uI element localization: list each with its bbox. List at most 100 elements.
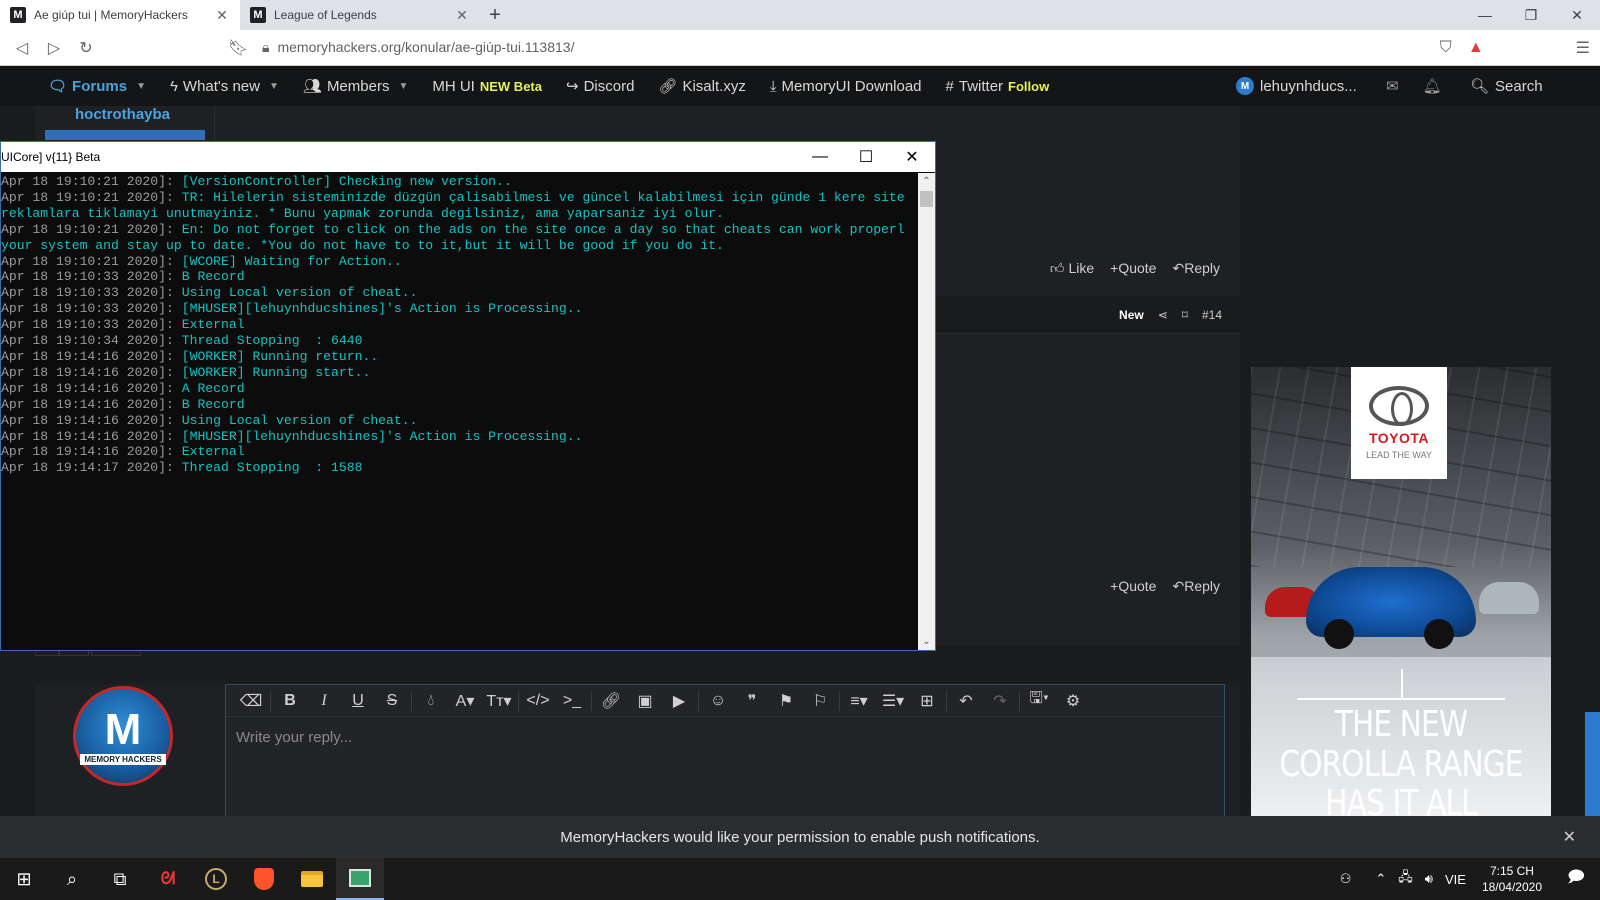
console-title: UICore] v{11} Beta [1, 150, 101, 164]
bold-icon[interactable]: B [273, 685, 307, 717]
brave-shields-icon[interactable]: ⛉ [1440, 39, 1452, 57]
reply-editor[interactable]: ⌫ B I U S 💧︎ A▾ Tт▾ </> >_ 🔗︎ ▣ ▶ ☺ ❞ ⚑ … [225, 684, 1225, 816]
language-indicator[interactable]: VIE [1439, 872, 1472, 887]
nav-search[interactable]: 🔍︎ Search [1470, 66, 1543, 106]
clock[interactable]: 7:15 CH 18/04/2020 [1472, 863, 1552, 895]
chevron-down-icon[interactable]: ▼ [136, 81, 146, 92]
close-icon[interactable]: ✕ [454, 7, 470, 24]
action-center-icon[interactable]: 🗩 [1552, 866, 1600, 893]
chevron-down-icon[interactable]: ▼ [269, 81, 279, 92]
reply-input-placeholder[interactable]: Write your reply... [226, 717, 1224, 758]
nav-kisalt[interactable]: 🔗︎ Kisalt.xyz [646, 66, 757, 106]
align-icon[interactable]: ≡▾ [842, 685, 876, 717]
reply-button[interactable]: ↶Reply [1172, 578, 1220, 595]
silver-car-image [1479, 582, 1539, 614]
video-icon[interactable]: ▶ [662, 685, 696, 717]
link-icon[interactable]: 🔗︎ [594, 685, 628, 717]
font-family-icon[interactable]: A▾ [448, 685, 482, 717]
forward-icon[interactable]: ▷ [38, 32, 70, 64]
reply-button[interactable]: ↶Reply [1172, 260, 1220, 277]
console-titlebar[interactable]: UICore] v{11} Beta — ☐ ✕ [1, 142, 935, 172]
network-icon[interactable]: 🖧︎ [1392, 868, 1419, 890]
minimize-icon[interactable]: — [1462, 0, 1508, 30]
image-icon[interactable]: ▣ [628, 685, 662, 717]
nav-whats-new[interactable]: ϟ What's new ▼ [158, 66, 291, 106]
terminal-icon[interactable]: >_ [555, 685, 589, 717]
chevron-up-icon[interactable]: ⌃ [918, 173, 935, 190]
close-icon[interactable]: ✕ [1563, 827, 1576, 847]
italic-icon[interactable]: I [307, 685, 341, 717]
taskbar-app-explorer[interactable] [288, 858, 336, 900]
quote-icon[interactable]: ❞ [735, 685, 769, 717]
share-icon[interactable]: ⋖ [1158, 308, 1168, 322]
console-log[interactable]: Apr 18 19:10:21 2020]: [VersionControlle… [1, 173, 919, 650]
checkered-flag-icon[interactable]: ⚐ [803, 685, 837, 717]
underline-icon[interactable]: U [341, 685, 375, 717]
new-tab-button[interactable]: + [480, 0, 510, 30]
divider [270, 690, 271, 711]
smiley-icon[interactable]: ☺ [701, 685, 735, 717]
address-bar-row: ◁ ▷ ↻ 🔖︎ 🔒︎ memoryhackers.org/konular/ae… [0, 30, 1600, 66]
envelope-icon[interactable]: ✉ [1386, 77, 1399, 95]
nav-user-menu[interactable]: M lehuynhducs... [1236, 66, 1357, 106]
close-icon[interactable]: ✕ [1554, 0, 1600, 30]
nav-members[interactable]: 👥︎ Members ▼ [291, 66, 420, 106]
taskbar-app-brave[interactable] [240, 858, 288, 900]
quote-button[interactable]: +Quote [1110, 260, 1156, 277]
toyota-ad[interactable]: TOYOTA LEAD THE WAY THE NEW COROLLA RANG… [1251, 367, 1551, 816]
save-draft-icon[interactable]: 🖫▾ [1022, 685, 1056, 717]
table-icon[interactable]: ⊞ [910, 685, 944, 717]
taskbar-app-red[interactable]: ᘛ [144, 858, 192, 900]
chevron-up-icon[interactable]: ⌃ [1369, 871, 1392, 887]
maximize-icon[interactable]: ☐ [843, 142, 889, 172]
nav-memoryui-download[interactable]: ⤓ MemoryUI Download [758, 66, 934, 106]
list-icon[interactable]: ☰▾ [876, 685, 910, 717]
bell-icon[interactable]: 🔔︎ [1423, 77, 1442, 95]
gear-icon[interactable]: ⚙ [1056, 685, 1090, 717]
color-drop-icon[interactable]: 💧︎ [414, 685, 448, 717]
strikethrough-icon[interactable]: S [375, 685, 409, 717]
font-size-icon[interactable]: Tт▾ [482, 685, 516, 717]
redo-icon[interactable]: ↷ [983, 685, 1017, 717]
page-scrollbar-thumb[interactable] [1585, 712, 1600, 816]
post-number[interactable]: #14 [1202, 308, 1222, 322]
taskbar-app-league[interactable]: L [192, 858, 240, 900]
volume-icon[interactable]: 🔊︎ [1419, 871, 1439, 887]
search-icon[interactable]: ⌕ [48, 858, 96, 900]
nav-forums[interactable]: 🗨︎ Forums ▼ [36, 66, 158, 106]
nav-mh-ui[interactable]: MH UI NEW Beta [420, 66, 554, 106]
console-window[interactable]: UICore] v{11} Beta — ☐ ✕ Apr 18 19:10:21… [0, 141, 936, 651]
nav-discord[interactable]: ↪ Discord [554, 66, 646, 106]
close-icon[interactable]: ✕ [214, 7, 230, 24]
console-scrollbar[interactable]: ⌃ ⌄ [918, 173, 935, 650]
push-notification-prompt[interactable]: MemoryHackers would like your permission… [0, 816, 1600, 858]
people-icon[interactable]: ⚇ [1334, 871, 1358, 887]
quote-button[interactable]: +Quote [1110, 578, 1156, 595]
brave-rewards-icon[interactable]: ▲ [1468, 39, 1484, 57]
nav-twitter[interactable]: # Twitter Follow [934, 66, 1062, 106]
post-author-name[interactable]: hoctrothayba [75, 106, 170, 123]
chevron-down-icon[interactable]: ⌄ [918, 633, 935, 650]
browser-tab-memoryhackers[interactable]: M Ae giúp tui | MemoryHackers ✕ [0, 0, 240, 30]
minimize-icon[interactable]: — [797, 142, 843, 172]
close-icon[interactable]: ✕ [889, 142, 935, 172]
url-field[interactable]: 🔒︎ memoryhackers.org/konular/ae-giúp-tui… [262, 33, 1312, 61]
flag-icon[interactable]: ⚑ [769, 685, 803, 717]
code-icon[interactable]: </> [521, 685, 555, 717]
undo-icon[interactable]: ↶ [949, 685, 983, 717]
scrollbar-thumb[interactable] [920, 191, 933, 207]
bookmark-icon[interactable]: ⌑ [1182, 308, 1188, 322]
bookmark-icon[interactable]: 🔖︎ [222, 32, 254, 64]
windows-start-icon[interactable]: ⊞ [0, 858, 48, 900]
browser-tab-league[interactable]: M League of Legends ✕ [240, 0, 480, 30]
taskbar-app-console[interactable] [336, 858, 384, 900]
memoryhackers-favicon-icon: M [250, 7, 266, 23]
chevron-down-icon[interactable]: ▼ [398, 81, 408, 92]
like-button[interactable]: 👍︎ Like [1050, 260, 1094, 277]
back-icon[interactable]: ◁ [6, 32, 38, 64]
restore-icon[interactable]: ❐ [1508, 0, 1554, 30]
eraser-icon[interactable]: ⌫ [234, 685, 268, 717]
reload-icon[interactable]: ↻ [70, 32, 102, 64]
task-view-icon[interactable]: ⧉ [96, 858, 144, 900]
menu-icon[interactable]: ☰ [1576, 38, 1590, 58]
